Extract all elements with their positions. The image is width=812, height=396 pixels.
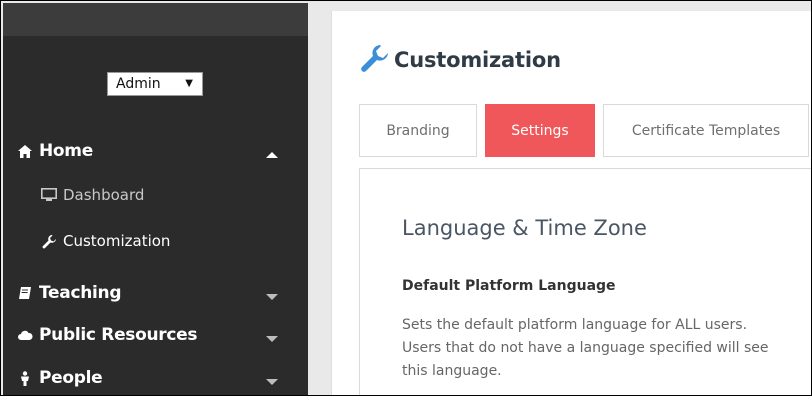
sidebar-item-people[interactable]: People (17, 368, 103, 388)
home-icon (17, 144, 33, 158)
tab-branding[interactable]: Branding (359, 104, 477, 157)
sidebar: Admin ▼ Home Dashboard Customization Tea… (3, 3, 308, 395)
field-description: Sets the default platform language for A… (402, 314, 769, 383)
role-select-value: Admin (116, 76, 161, 92)
sidebar-item-dashboard[interactable]: Dashboard (41, 186, 144, 204)
expand-arrow-icon[interactable] (266, 336, 278, 342)
app-window: Admin ▼ Home Dashboard Customization Tea… (0, 0, 812, 396)
sidebar-item-label: People (39, 368, 103, 388)
page-title: Customization (394, 48, 561, 72)
collapse-arrow-icon[interactable] (266, 152, 278, 158)
sidebar-item-label: Home (39, 141, 93, 161)
sidebar-header-bar (3, 3, 308, 36)
expand-arrow-icon[interactable] (266, 294, 278, 300)
field-label: Default Platform Language (402, 278, 616, 294)
sidebar-item-label: Teaching (39, 283, 122, 303)
person-icon (17, 370, 33, 386)
monitor-icon (41, 188, 57, 202)
description-line: Sets the default platform language for A… (402, 317, 748, 333)
description-line: Users that do not have a language specif… (402, 340, 769, 356)
settings-panel: Language & Time Zone Default Platform La… (359, 168, 811, 395)
wrench-icon (360, 43, 390, 77)
sidebar-item-home[interactable]: Home (17, 141, 93, 161)
sidebar-item-label: Dashboard (63, 186, 145, 204)
tab-settings[interactable]: Settings (485, 104, 595, 157)
sidebar-item-public-resources[interactable]: Public Resources (17, 325, 198, 345)
tab-bar: Branding Settings Certificate Templates (359, 104, 811, 157)
book-icon (17, 286, 33, 300)
cloud-icon (17, 329, 33, 341)
description-line: this language. (402, 363, 502, 379)
sidebar-item-label: Customization (63, 232, 171, 250)
section-title: Language & Time Zone (402, 216, 647, 240)
page-header: Customization (360, 43, 561, 77)
sidebar-item-customization[interactable]: Customization (41, 232, 170, 250)
sidebar-item-label: Public Resources (39, 325, 198, 345)
chevron-down-icon: ▼ (185, 78, 193, 89)
tab-certificate-templates[interactable]: Certificate Templates (603, 104, 809, 157)
role-select[interactable]: Admin ▼ (107, 72, 203, 96)
wrench-icon (41, 234, 57, 249)
main-content: Customization Branding Settings Certific… (331, 11, 811, 395)
sidebar-item-teaching[interactable]: Teaching (17, 283, 122, 303)
expand-arrow-icon[interactable] (266, 379, 278, 385)
